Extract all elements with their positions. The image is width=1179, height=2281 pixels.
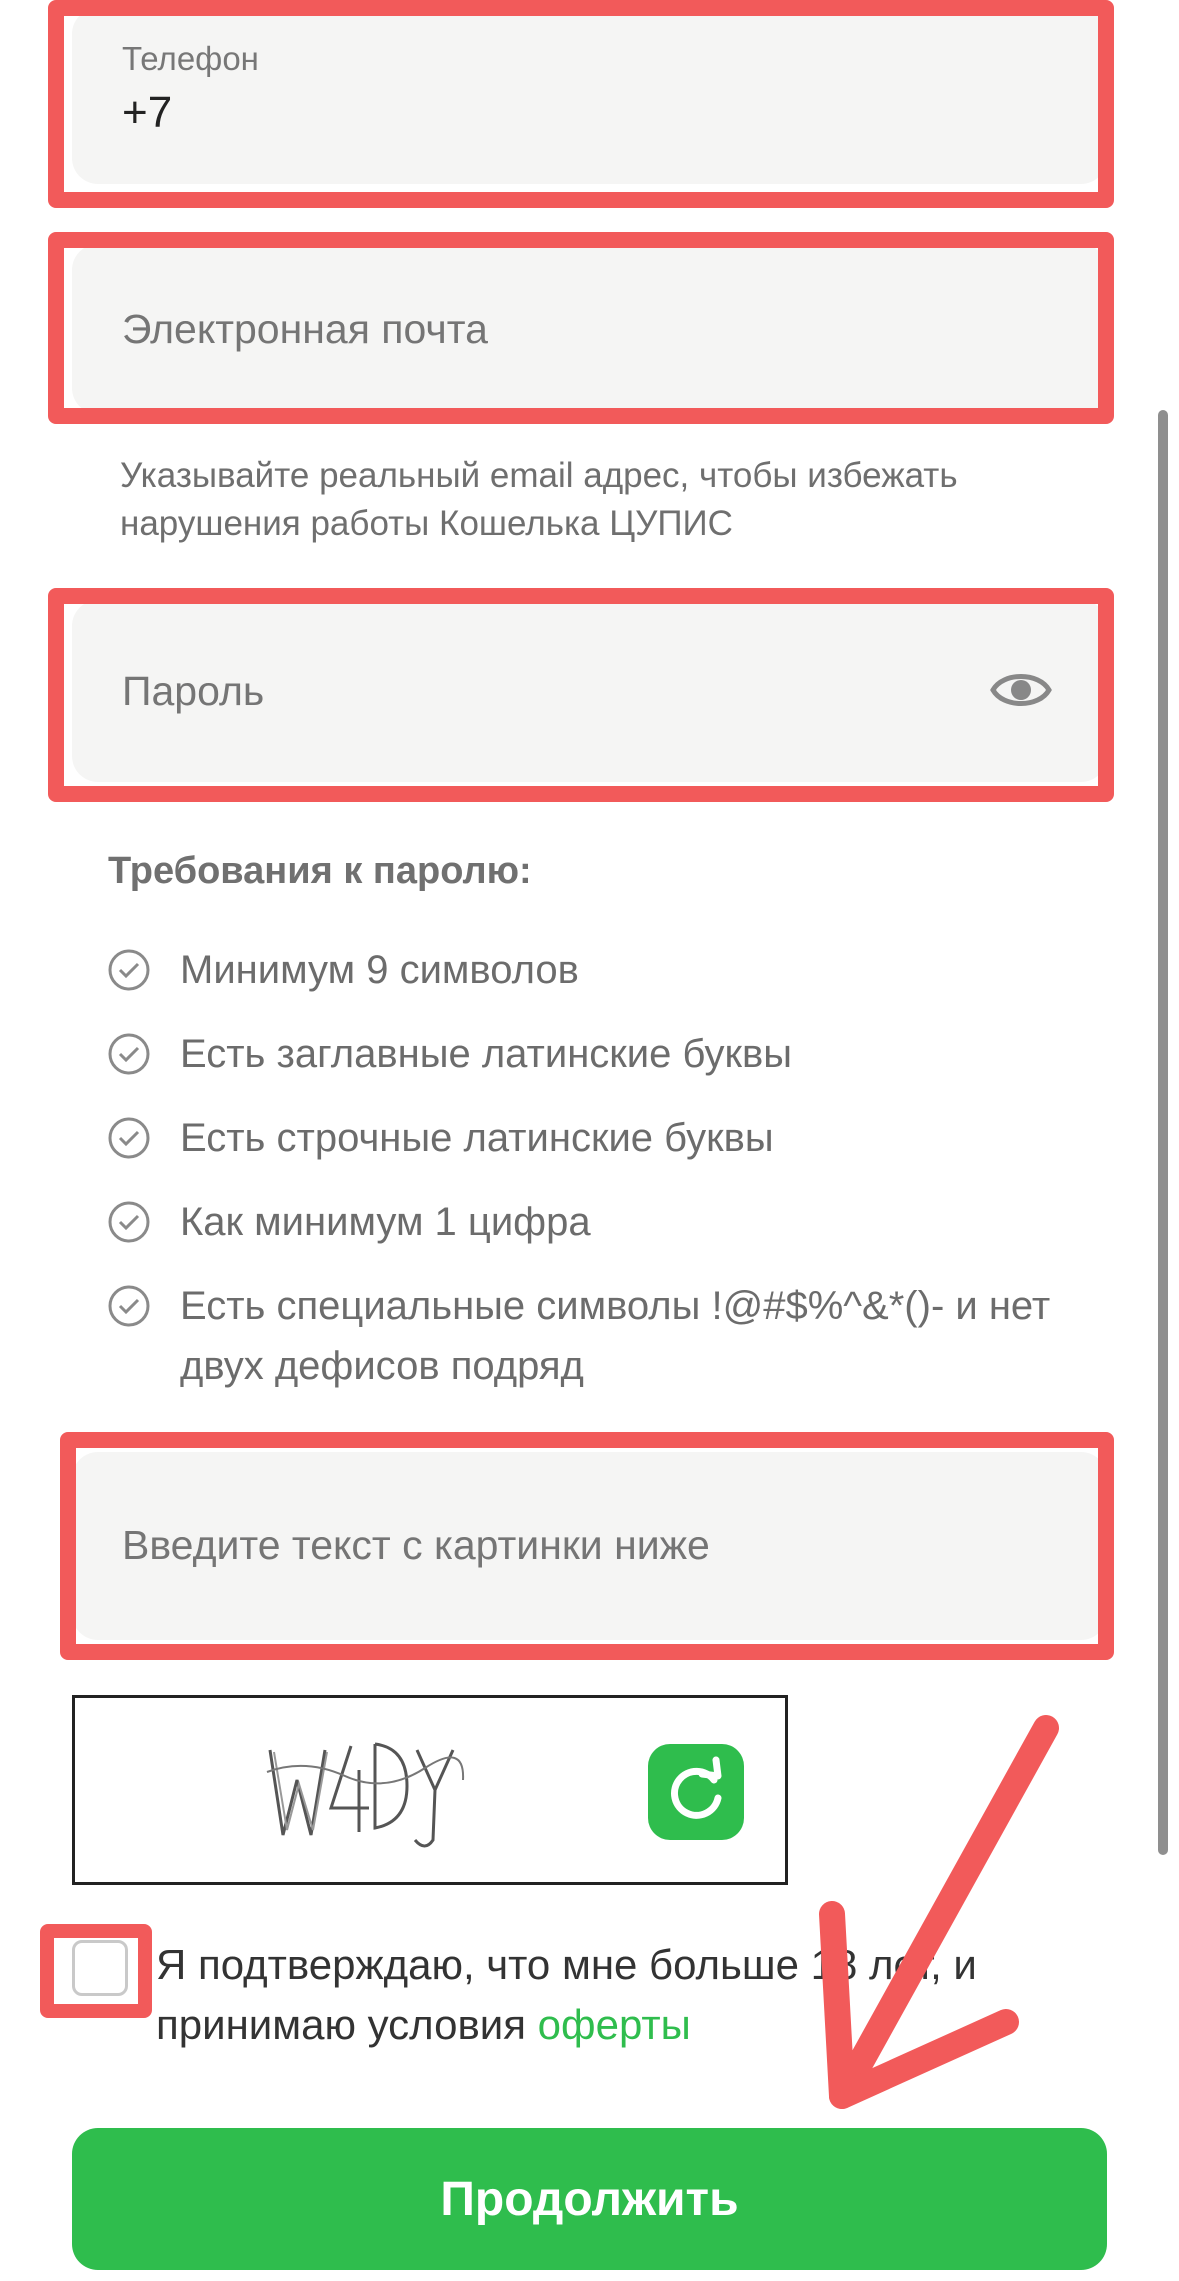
check-circle-icon bbox=[108, 1117, 150, 1159]
offer-link[interactable]: оферты bbox=[538, 2001, 691, 2048]
requirement-text: Есть строчные латинские буквы bbox=[180, 1116, 774, 1160]
continue-button[interactable]: Продолжить bbox=[72, 2128, 1107, 2270]
refresh-icon bbox=[671, 1756, 722, 1819]
annotation-box-password bbox=[48, 588, 1114, 802]
annotation-arrow-icon bbox=[819, 1715, 1059, 2109]
annotation-box-captcha bbox=[60, 1432, 1114, 1660]
check-circle-icon bbox=[108, 1285, 150, 1327]
requirement-text: Есть специальные символы !@#$%^&*()- и н… bbox=[180, 1284, 1051, 1388]
scrollbar[interactable] bbox=[1158, 410, 1168, 1855]
requirement-text: Есть заглавные латинские буквы bbox=[180, 1032, 793, 1076]
check-circle-icon bbox=[108, 1033, 150, 1075]
annotation-box-checkbox bbox=[40, 1924, 152, 2018]
check-circle-icon bbox=[108, 1201, 150, 1243]
email-hint: Указывайте реальный email адрес, чтобы и… bbox=[120, 456, 958, 543]
captcha-refresh-button[interactable] bbox=[648, 1744, 744, 1840]
check-circle-icon bbox=[108, 949, 150, 991]
password-requirements-title: Требования к паролю: bbox=[108, 850, 532, 892]
annotation-box-email bbox=[48, 232, 1114, 424]
captcha-text-image bbox=[266, 1742, 465, 1848]
requirement-text: Как минимум 1 цифра bbox=[180, 1200, 591, 1244]
requirement-text: Минимум 9 символов bbox=[180, 948, 579, 992]
annotation-box-phone bbox=[48, 0, 1114, 208]
